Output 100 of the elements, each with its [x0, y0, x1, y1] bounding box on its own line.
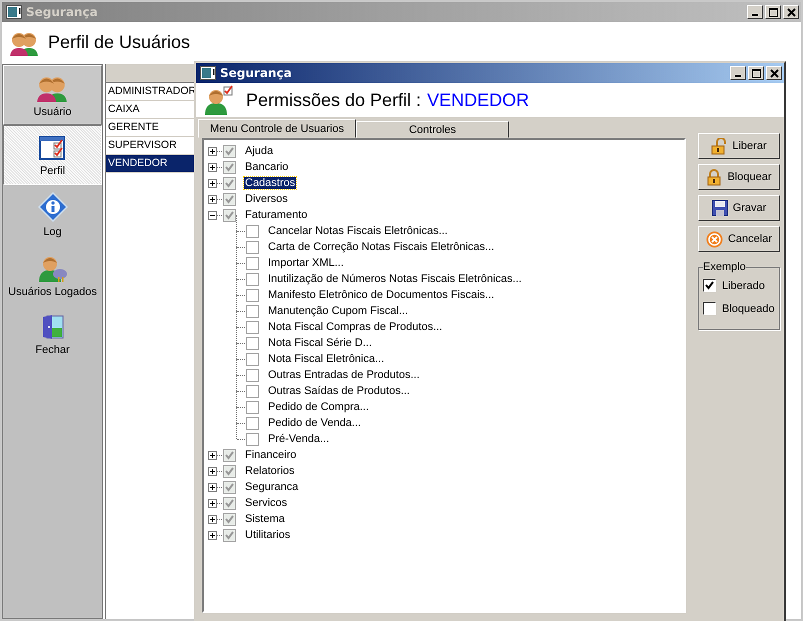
checkbox[interactable]: [223, 448, 236, 462]
checkbox[interactable]: [223, 528, 236, 542]
unlocked-padlock-icon: [711, 138, 728, 154]
sidebar-label: Usuário: [34, 106, 72, 118]
dialog-title: Segurança: [220, 66, 293, 80]
app-icon: [200, 66, 216, 80]
profile-row[interactable]: VENDEDOR: [106, 155, 196, 173]
tree-item[interactable]: Servicos: [244, 497, 288, 509]
checkbox[interactable]: [246, 224, 259, 238]
tree-item[interactable]: Cadastros: [244, 177, 296, 189]
tree-item[interactable]: Cancelar Notas Fiscais Eletrônicas...: [267, 225, 449, 237]
sidebar-label: Usuários Logados: [8, 286, 97, 298]
checkbox-label: Bloqueado: [722, 302, 775, 314]
expand-icon[interactable]: [208, 514, 217, 524]
checkbox[interactable]: [246, 272, 259, 286]
checkbox[interactable]: [246, 352, 259, 366]
tree-item[interactable]: Pré-Venda...: [267, 433, 330, 445]
sidebar-item[interactable]: Usuário: [3, 65, 102, 125]
minimize-icon: [735, 75, 741, 77]
checklist-icon: [38, 133, 66, 161]
tree-item[interactable]: Nota Fiscal Série D...: [267, 337, 373, 349]
action-button[interactable]: Liberar: [698, 133, 780, 159]
sidebar-label: Log: [43, 226, 62, 238]
app-icon: [6, 5, 22, 19]
close-icon: [786, 8, 796, 16]
checkbox[interactable]: [223, 176, 236, 190]
checkbox[interactable]: [223, 144, 236, 158]
checkbox[interactable]: [246, 256, 259, 270]
profile-name: VENDEDOR: [427, 90, 530, 110]
checkbox[interactable]: [246, 320, 259, 334]
collapse-icon[interactable]: [208, 210, 217, 220]
tree-item[interactable]: Seguranca: [244, 481, 300, 493]
checkbox[interactable]: [246, 416, 259, 430]
checkbox[interactable]: [703, 302, 716, 315]
tree-item[interactable]: Pedido de Compra...: [267, 401, 370, 413]
checkbox[interactable]: [246, 336, 259, 350]
checkbox[interactable]: [223, 208, 236, 222]
action-button[interactable]: Cancelar: [698, 226, 780, 252]
checkbox[interactable]: [246, 432, 259, 446]
tree-item[interactable]: Carta de Correção Notas Fiscais Eletrônicas...: [267, 241, 496, 253]
sidebar-item[interactable]: Perfil: [3, 125, 102, 185]
checkbox-label: Liberado: [722, 280, 765, 292]
checkbox[interactable]: [246, 304, 259, 318]
tree-item[interactable]: Diversos: [244, 193, 289, 205]
expand-icon[interactable]: [208, 466, 217, 476]
expand-icon[interactable]: [208, 146, 217, 156]
expand-icon[interactable]: [208, 178, 217, 188]
expand-icon[interactable]: [208, 498, 217, 508]
group-title: Exemplo: [703, 261, 746, 273]
tree-item[interactable]: Relatorios: [244, 465, 296, 477]
checkbox[interactable]: [703, 279, 716, 292]
tree-item[interactable]: Manifesto Eletrônico de Documentos Fiscais...: [267, 289, 496, 301]
tree-item[interactable]: Utilitarios: [244, 529, 292, 541]
expand-icon[interactable]: [208, 530, 217, 540]
page-heading: Perfil de Usuários: [48, 32, 190, 52]
window-title: Segurança: [26, 5, 99, 19]
cancel-icon: [706, 230, 723, 248]
door-icon: [40, 314, 64, 340]
tree-item[interactable]: Bancario: [244, 161, 290, 173]
checkbox[interactable]: [223, 192, 236, 206]
tree-item[interactable]: Manutenção Cupom Fiscal...: [267, 305, 410, 317]
info-icon: [38, 192, 68, 222]
tree-item[interactable]: Nota Fiscal Eletrônica...: [267, 353, 386, 365]
expand-icon[interactable]: [208, 162, 217, 172]
maximize-button[interactable]: [748, 66, 764, 80]
tree-item[interactable]: Faturamento: [244, 209, 308, 221]
checkbox[interactable]: [223, 464, 236, 478]
minimize-icon: [752, 14, 758, 16]
minimize-button[interactable]: [730, 66, 746, 80]
tree-item[interactable]: Sistema: [244, 513, 286, 525]
sidebar-label: Perfil: [40, 165, 66, 177]
checkbox[interactable]: [223, 512, 236, 526]
expand-icon[interactable]: [208, 194, 217, 204]
checkbox[interactable]: [223, 496, 236, 510]
close-button[interactable]: [766, 66, 782, 80]
checkbox[interactable]: [246, 368, 259, 382]
tree-item[interactable]: Outras Saídas de Produtos...: [267, 385, 411, 397]
tree-item[interactable]: Outras Entradas de Produtos...: [267, 369, 421, 381]
tree-item[interactable]: Nota Fiscal Compras de Produtos...: [267, 321, 444, 333]
tree-item[interactable]: Pedido de Venda...: [267, 417, 362, 429]
maximize-icon: [768, 8, 778, 16]
expand-icon[interactable]: [208, 482, 217, 492]
sidebar-label: Fechar: [35, 344, 70, 356]
checkbox[interactable]: [246, 384, 259, 398]
tree-item[interactable]: Inutilização de Números Notas Fiscais Eletrônicas...: [267, 273, 523, 285]
checkbox[interactable]: [246, 400, 259, 414]
action-button[interactable]: Gravar: [698, 195, 780, 221]
tree-item[interactable]: Importar XML...: [267, 257, 345, 269]
dialog-heading: Permissões do Perfil :: [246, 90, 422, 110]
tree-item[interactable]: Financeiro: [244, 449, 298, 461]
checkbox[interactable]: [223, 480, 236, 494]
tab[interactable]: Menu Controle de Usuarios: [198, 119, 356, 138]
action-button[interactable]: Bloquear: [698, 164, 780, 190]
checkbox[interactable]: [223, 160, 236, 174]
checkbox[interactable]: [246, 240, 259, 254]
expand-icon[interactable]: [208, 450, 217, 460]
maximize-icon: [752, 68, 760, 78]
padlock-icon: [706, 168, 722, 186]
checkbox[interactable]: [246, 288, 259, 302]
tree-item[interactable]: Ajuda: [244, 145, 274, 157]
